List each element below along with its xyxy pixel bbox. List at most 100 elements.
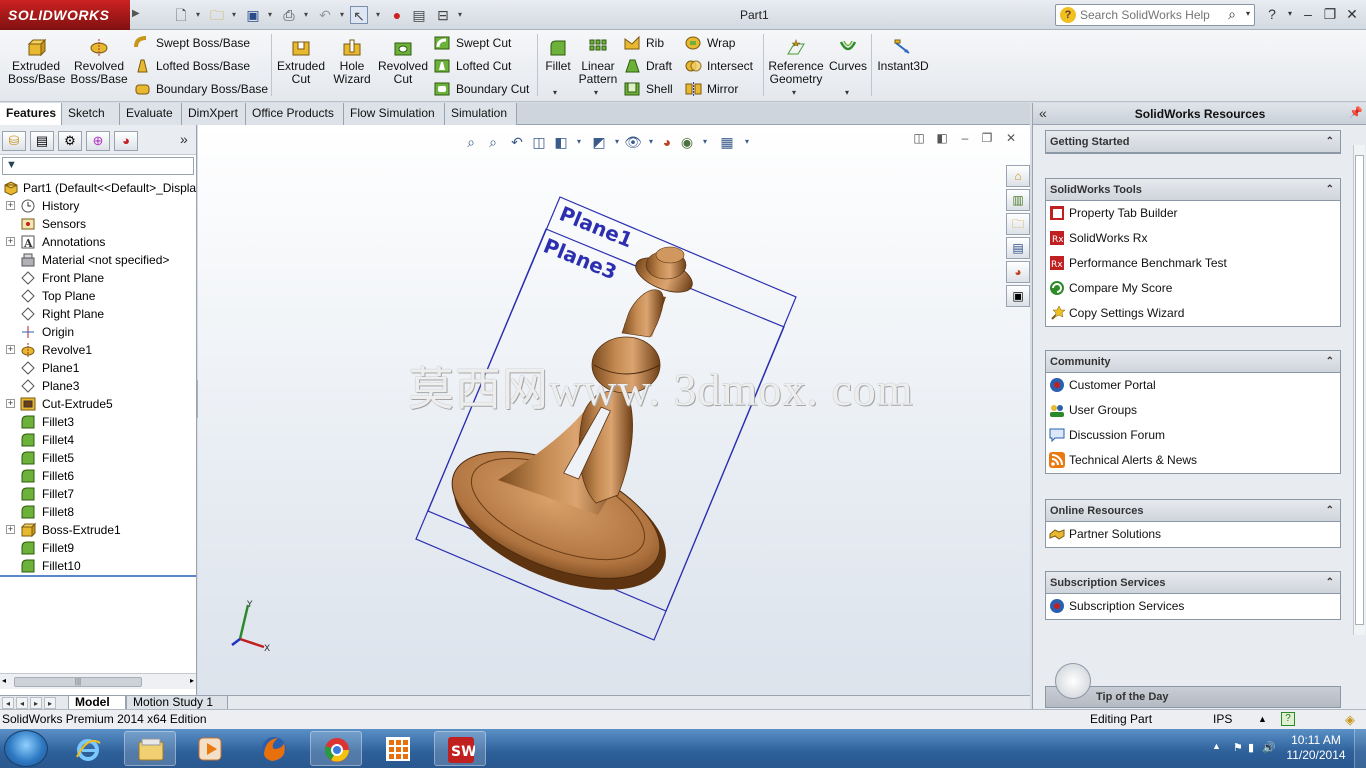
tab-sketch[interactable]: Sketch [62,103,120,125]
menu-expand-arrow-icon[interactable]: ▶ [132,8,140,19]
expand-toggle-icon[interactable]: + [6,345,15,354]
collapse-chevron-icon[interactable]: ⌃ [1326,131,1334,153]
expand-toggle-icon[interactable]: + [6,525,15,534]
discussion-forum-link[interactable]: Discussion Forum [1046,423,1340,448]
new-document-icon[interactable]: 🗋 [172,6,190,24]
custom-properties-tab-icon[interactable]: ▣ [1006,285,1030,307]
tree-node-fillet9[interactable]: Fillet9 [0,539,196,557]
firefox-taskbar-icon[interactable] [248,731,300,766]
expand-panel-icon[interactable]: » [180,131,188,147]
subscription-services-link[interactable]: Subscription Services [1046,594,1340,619]
units-text[interactable]: IPS [1213,710,1232,729]
print-icon[interactable]: ⎙ [280,6,298,24]
collapse-chevron-icon[interactable]: ⌃ [1326,351,1334,373]
save-dropdown-icon[interactable]: ▾ [266,6,274,24]
property-tab-builder-link[interactable]: Property Tab Builder [1046,201,1340,226]
tree-node-fillet5[interactable]: Fillet5 [0,449,196,467]
next-tab-icon[interactable]: ▸ [30,697,42,709]
tree-node-plane3[interactable]: Plane3 [0,377,196,395]
units-dropdown-icon[interactable]: ▲ [1258,710,1267,729]
options-dropdown-icon[interactable]: ▾ [456,6,464,24]
configuration-manager-tab-icon[interactable]: ⚙ [58,131,82,151]
system-clock[interactable]: 10:11 AM 11/20/2014 [1284,733,1348,763]
tree-horizontal-scrollbar[interactable]: ◂ ||| ▸ [0,673,196,689]
solidworks-logo[interactable]: SOLIDWORKS [0,0,130,30]
group-header[interactable]: Getting Started ⌃ [1046,131,1340,153]
tree-node-fillet10[interactable]: Fillet10 [0,557,196,575]
tree-node-fillet7[interactable]: Fillet7 [0,485,196,503]
close-window-button[interactable]: ✕ [1342,4,1362,24]
boundary-cut-button[interactable]: Boundary Cut [434,79,529,99]
tree-node-cut-extrude5[interactable]: + Cut-Extrude5 [0,395,196,413]
select-dropdown-icon[interactable]: ▾ [374,6,382,24]
tab-office-products[interactable]: Office Products [246,103,344,125]
collapse-chevron-icon[interactable]: ⌃ [1326,572,1334,594]
show-desktop-button[interactable] [1354,729,1366,768]
print-dropdown-icon[interactable]: ▾ [302,6,310,24]
compare-my-score-link[interactable]: Compare My Score [1046,276,1340,301]
scroll-left-icon[interactable]: ◂ [2,676,6,685]
tab-evaluate[interactable]: Evaluate [120,103,182,125]
scroll-thumb[interactable]: ||| [14,677,142,687]
customer-portal-link[interactable]: Customer Portal [1046,373,1340,398]
tree-node-fillet3[interactable]: Fillet3 [0,413,196,431]
undo-icon[interactable]: ↶ [316,6,334,24]
tip-lightbulb-icon[interactable] [1055,663,1091,699]
tab-simulation[interactable]: Simulation [445,103,517,125]
prev-tab-icon[interactable]: ◂ [16,697,28,709]
technical-alerts-link[interactable]: Technical Alerts & News [1046,448,1340,473]
lofted-boss-button[interactable]: Lofted Boss/Base [134,56,250,76]
tree-node-top-plane[interactable]: Top Plane [0,287,196,305]
tree-node-fillet8[interactable]: Fillet8 [0,503,196,521]
file-explorer-taskbar-icon[interactable] [124,731,176,766]
extruded-cut-button[interactable]: Extruded Cut [274,38,328,86]
view-palette-tab-icon[interactable]: ▤ [1006,237,1030,259]
internet-explorer-taskbar-icon[interactable] [62,731,114,766]
revolved-boss-button[interactable]: Revolved Boss/Base [70,38,128,86]
restore-window-button[interactable]: ❐ [1320,4,1340,24]
tab-model[interactable]: Model [68,696,126,710]
search-dropdown-icon[interactable]: ▾ [1246,9,1250,18]
undo-dropdown-icon[interactable]: ▾ [338,6,346,24]
pattern-dropdown-icon[interactable]: ▾ [594,88,598,97]
dimxpert-manager-tab-icon[interactable]: ⊕ [86,131,110,151]
show-hidden-icons-icon[interactable]: ▲ [1212,741,1221,751]
swept-boss-button[interactable]: Swept Boss/Base [134,33,250,53]
options-icon[interactable]: ⊟ [434,6,452,24]
tree-node-sensors[interactable]: Sensors [0,215,196,233]
help-dropdown-icon[interactable]: ▾ [1280,4,1300,24]
tree-node-boss-extrude1[interactable]: + Boss-Extrude1 [0,521,196,539]
tree-node-history[interactable]: + History [0,197,196,215]
chrome-taskbar-icon[interactable] [310,731,362,766]
scroll-thumb[interactable] [1355,155,1364,625]
graphics-area[interactable]: ⌕ ⌕ ↶ ◫ ◧ ▾ ◩ ▾ 👁 ▾ ◕ ◉ ▾ ▦ ▾ ◫ ◧ – ❐ ✕ [198,125,1030,695]
tree-node-revolve1[interactable]: + Revolve1 [0,341,196,359]
tree-node-fillet4[interactable]: Fillet4 [0,431,196,449]
rib-button[interactable]: Rib [624,33,664,53]
tree-node-material-not-specified[interactable]: Material <not specified> [0,251,196,269]
help-question-icon[interactable]: ? [1262,4,1282,24]
display-manager-tab-icon[interactable]: ◕ [114,131,138,151]
fillet-button[interactable]: Fillet [540,38,576,73]
save-icon[interactable]: ▣ [244,6,262,24]
hole-wizard-button[interactable]: Hole Wizard [330,38,374,86]
group-header[interactable]: SolidWorks Tools ⌃ [1046,179,1340,201]
intersect-button[interactable]: Intersect [685,56,753,76]
partner-solutions-link[interactable]: Partner Solutions [1046,522,1340,547]
new-dropdown-icon[interactable]: ▾ [194,6,202,24]
linear-pattern-button[interactable]: Linear Pattern [578,38,618,86]
volume-icon[interactable]: 🔊 [1262,741,1276,754]
first-tab-icon[interactable]: ◂ [2,697,14,709]
user-groups-link[interactable]: User Groups [1046,398,1340,423]
revolved-cut-button[interactable]: Revolved Cut [376,38,430,86]
magnifier-icon[interactable]: ⌕ [1228,6,1236,23]
candle-holder-model[interactable] [435,246,698,617]
last-tab-icon[interactable]: ▸ [44,697,56,709]
tag-icon[interactable]: ◈ [1345,710,1355,729]
curves-button[interactable]: Curves [828,38,868,73]
fillet-dropdown-icon[interactable]: ▾ [553,88,557,97]
instant3d-button[interactable]: Instant3D [874,38,932,73]
file-properties-icon[interactable]: ▤ [410,6,428,24]
group-header[interactable]: Online Resources ⌃ [1046,500,1340,522]
tab-dimxpert[interactable]: DimXpert [182,103,246,125]
